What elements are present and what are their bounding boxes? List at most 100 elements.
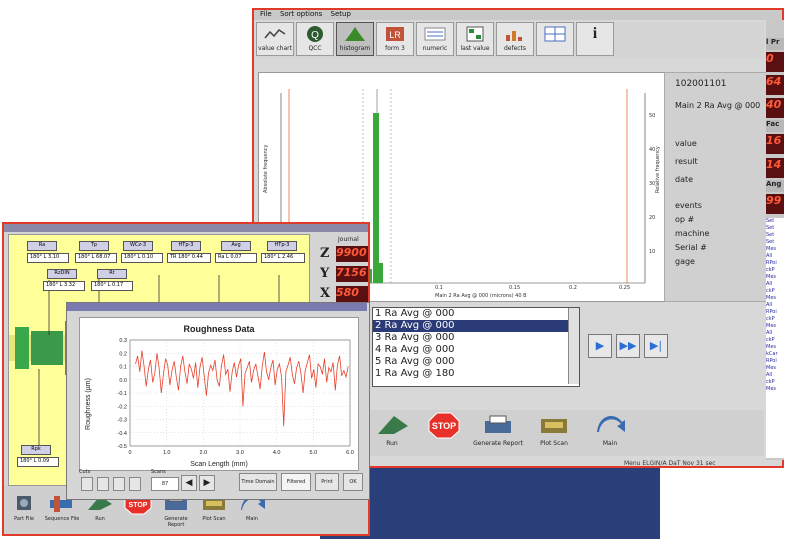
- toolbar-label: last value: [460, 45, 490, 52]
- skip-end-button[interactable]: ▶|: [644, 334, 668, 358]
- scans-label: Scans: [151, 469, 166, 475]
- histogram-left-axis-label: Absolute frequency: [263, 144, 269, 193]
- part-id: 102001101: [675, 79, 727, 89]
- list-item[interactable]: 1 Ra Avg @ 000: [373, 308, 579, 320]
- param-value[interactable]: 180° L 0.09: [17, 457, 59, 467]
- y-tick-label: 0.1: [119, 365, 127, 371]
- histogram-x-axis-label: Main 2 Ra Avg @ 000 (microns) 40 B: [435, 293, 527, 299]
- print-button[interactable]: Print: [315, 473, 339, 491]
- param-label: RzDIN: [47, 269, 77, 279]
- fast-forward-button[interactable]: ▶▶: [616, 334, 640, 358]
- numeric-button[interactable]: numeric: [416, 22, 454, 56]
- form-button[interactable]: LR form 3: [376, 22, 414, 56]
- axis-value: 7156: [336, 266, 368, 282]
- button-label: Plot Scan: [202, 516, 226, 522]
- menu-setup[interactable]: Setup: [331, 10, 351, 18]
- status-bar: Menu ELGIN/A DaT Nov 31 sec: [624, 460, 716, 467]
- run-button[interactable]: Run: [364, 410, 420, 454]
- histogram-ytick: 10: [649, 249, 655, 255]
- stop-button[interactable]: STOP: [416, 410, 472, 454]
- time-domain-button[interactable]: Time Domain: [239, 473, 277, 491]
- param-value[interactable]: 180° L 3.10: [27, 253, 69, 263]
- event-log[interactable]: Set Set Set Set Mes All RPoi ckP Mes All ckP Mes All…: [766, 218, 784, 458]
- cutoff-option-3[interactable]: [113, 477, 125, 491]
- button-label: Plot Scan: [540, 440, 568, 447]
- ok-button[interactable]: OK: [343, 473, 363, 491]
- play-icon: ▶: [595, 339, 605, 352]
- param-value[interactable]: TR 180° 0.44: [167, 253, 211, 263]
- feature-list[interactable]: 1 Ra Avg @ 000 2 Ra Avg @ 000 3 Ra Avg @…: [372, 307, 580, 387]
- x-tick-label: 2.0: [200, 450, 208, 456]
- list-item[interactable]: 5 Ra Avg @ 000: [373, 356, 579, 368]
- side-value: 16: [766, 134, 784, 154]
- roughness-series-line: [135, 350, 349, 427]
- chart-title: Roughness Data: [183, 324, 255, 334]
- param-value[interactable]: 180° L 3.32: [43, 281, 85, 291]
- y-tick-label: 0.2: [119, 351, 127, 357]
- part-file-button[interactable]: Part File: [6, 490, 42, 530]
- generate-report-button[interactable]: Generate Report: [470, 410, 526, 454]
- button-label: Sequence File: [44, 516, 80, 522]
- roughness-plot: Roughness Data Scan Length (mm) Roughnes…: [85, 324, 354, 468]
- table-button[interactable]: [536, 22, 574, 56]
- main-button[interactable]: Main: [582, 410, 638, 454]
- param-value[interactable]: 180° L 2.46: [261, 253, 305, 263]
- stop-icon: STOP: [416, 410, 472, 440]
- button-label: Part File: [14, 516, 34, 522]
- scans-field[interactable]: 87: [151, 477, 179, 491]
- cutoff-label: Cuts: [79, 469, 91, 475]
- y-tick-label: -0.1: [118, 391, 127, 397]
- svg-text:LR: LR: [389, 30, 401, 40]
- value-chart-button[interactable]: value chart: [256, 22, 294, 56]
- roughness-controls: Cuts Scans 87 ◀ ▶ Time Domain Filtered P…: [71, 469, 365, 497]
- numeric-icon: [417, 23, 453, 45]
- histogram-button[interactable]: histogram: [336, 22, 374, 56]
- param-value[interactable]: 180° L 0.17: [91, 281, 133, 291]
- toolbar: value chart Q QCC histogram LR form 3 nu…: [256, 22, 764, 58]
- printer-icon: [470, 410, 526, 440]
- info-button[interactable]: i: [576, 22, 614, 56]
- defects-button[interactable]: defects: [496, 22, 534, 56]
- cutoff-option-2[interactable]: [97, 477, 109, 491]
- cutoff-option-4[interactable]: [129, 477, 141, 491]
- previous-scan-button[interactable]: ◀: [181, 475, 197, 491]
- button-label: Run: [95, 516, 105, 522]
- param-value[interactable]: 180° L 68.07: [75, 253, 117, 263]
- plot-scan-button[interactable]: Plot Scan: [526, 410, 582, 454]
- last-value-button[interactable]: last value: [456, 22, 494, 56]
- param-value[interactable]: Ra L 0.07: [215, 253, 257, 263]
- param-value[interactable]: 180° L 0.10: [121, 253, 163, 263]
- list-item[interactable]: 3 Ra Avg @ 000: [373, 332, 579, 344]
- histogram-ytick: 30: [649, 181, 655, 187]
- menu-bar: File Sort options Setup: [254, 10, 782, 20]
- field-events: events: [675, 201, 702, 210]
- menu-sort-options[interactable]: Sort options: [280, 10, 322, 18]
- next-scan-button[interactable]: ▶: [199, 475, 215, 491]
- list-item[interactable]: 1 Ra Avg @ 180: [373, 368, 579, 380]
- axis-letter: Y: [320, 266, 330, 281]
- field-value: value: [675, 139, 697, 148]
- filtered-button[interactable]: Filtered: [281, 473, 311, 491]
- param-label: HTp-3: [267, 241, 297, 251]
- button-label: Main: [602, 440, 618, 447]
- list-item[interactable]: 4 Ra Avg @ 000: [373, 344, 579, 356]
- info-icon: i: [592, 25, 598, 42]
- roughness-title-bar: [67, 303, 367, 311]
- toolbar-label: numeric: [422, 45, 448, 52]
- plot-scan-icon: [526, 410, 582, 440]
- param-label: Rpk: [21, 445, 51, 455]
- list-item-selected[interactable]: 2 Ra Avg @ 000: [373, 320, 579, 332]
- cutoff-option-1[interactable]: [81, 477, 93, 491]
- menu-file[interactable]: File: [260, 10, 272, 18]
- histogram-xtick: 0.2: [569, 285, 577, 291]
- qcc-button[interactable]: Q QCC: [296, 22, 334, 56]
- play-button[interactable]: ▶: [588, 334, 612, 358]
- x-tick-label: 1.0: [163, 450, 171, 456]
- list-scrollbar[interactable]: [568, 308, 579, 384]
- param-label: HTp-3: [171, 241, 201, 251]
- toolbar-label: defects: [503, 45, 527, 52]
- x-tick-label: 5.0: [310, 450, 318, 456]
- triangle-left-icon: ◀: [185, 478, 193, 488]
- button-label: Generate Report: [473, 440, 523, 447]
- journal-label: Journal: [338, 236, 359, 243]
